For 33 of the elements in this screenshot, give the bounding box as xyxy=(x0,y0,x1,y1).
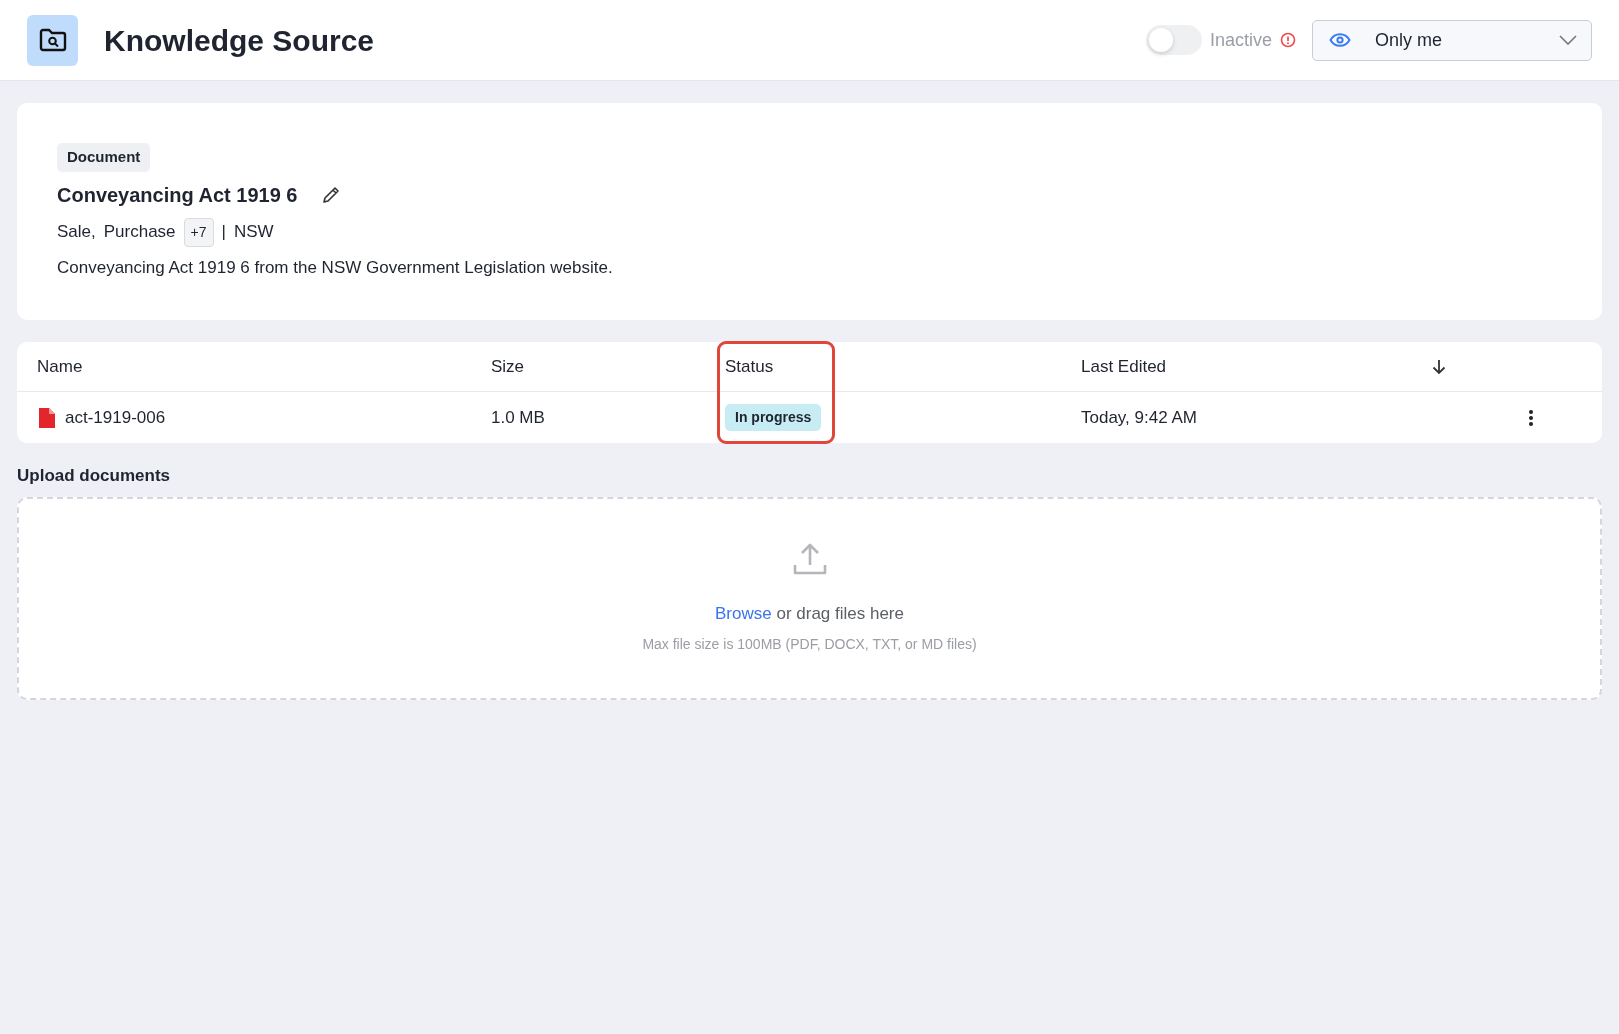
topic-tag: Sale, xyxy=(57,219,96,245)
sort-arrow-icon[interactable] xyxy=(1432,358,1446,375)
status-badge: In progress xyxy=(725,404,822,431)
browse-link[interactable]: Browse xyxy=(715,603,772,623)
status-label: Inactive xyxy=(1209,28,1272,52)
file-size: 1.0 MB xyxy=(491,406,546,429)
pdf-file-icon xyxy=(37,406,57,429)
drop-zone[interactable]: Browse or drag files here Max file size is 100MB (PDF, DOCX, TXT, or MD files) xyxy=(17,496,1602,700)
more-options-icon[interactable] xyxy=(1528,408,1534,427)
page-title: Knowledge Source xyxy=(104,22,375,59)
file-name[interactable]: act-1919-006 xyxy=(65,404,166,431)
separator: | xyxy=(221,221,226,244)
column-header: Status xyxy=(725,342,1081,391)
toggle-switch[interactable] xyxy=(1145,25,1202,55)
more-tags-badge[interactable]: +7 xyxy=(183,217,214,247)
info-icon xyxy=(1280,32,1296,48)
last-edited: Today, 9:42 AM xyxy=(1081,406,1198,429)
section-label: Upload documents xyxy=(17,465,171,487)
region-tag: NSW xyxy=(233,219,274,245)
type-tag: Document xyxy=(57,143,151,172)
chevron-down-icon xyxy=(1559,35,1577,45)
column-header: Size xyxy=(491,355,526,378)
source-title: Conveyancing Act 1919 6 xyxy=(57,182,298,208)
drop-prompt: or drag files here xyxy=(776,603,904,623)
visibility-dropdown[interactable]: Only me xyxy=(1312,19,1592,61)
file-size-hint: Max file size is 100MB (PDF, DOCX, TXT, or MD files) xyxy=(642,635,977,655)
eye-icon xyxy=(1329,33,1351,47)
topic-tag: Purchase xyxy=(103,219,176,245)
column-header: Last Edited xyxy=(1081,355,1168,378)
column-header: Name xyxy=(37,355,84,378)
folder-search-icon xyxy=(27,14,78,66)
source-description: Conveyancing Act 1919 6 from the NSW Government Legislation website. xyxy=(57,256,614,279)
pencil-icon[interactable] xyxy=(321,184,342,205)
